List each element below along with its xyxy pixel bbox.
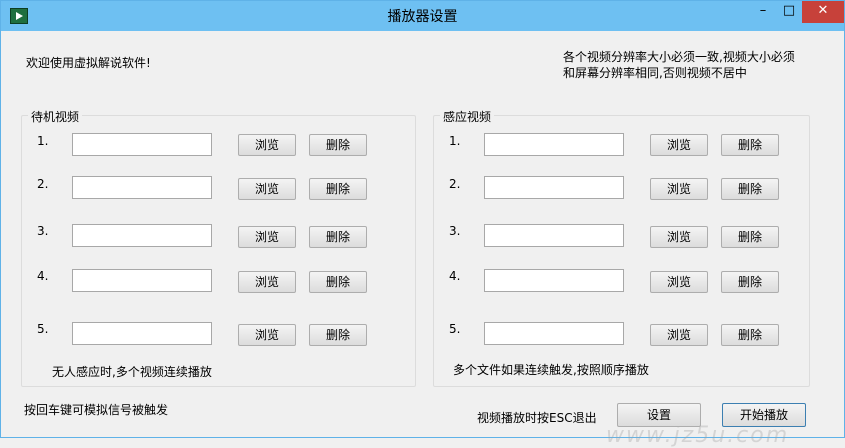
idle-row-3-number: 3. <box>37 224 49 238</box>
idle-video-1-browse-button[interactable]: 浏览 <box>238 134 296 156</box>
sensor-video-3-field[interactable] <box>484 224 624 247</box>
maximize-button[interactable]: □ <box>776 1 802 23</box>
notice-text-line2: 和屏幕分辨率相同,否则视频不居中 <box>563 66 747 80</box>
idle-video-4-field[interactable] <box>72 269 212 292</box>
sensor-video-1-browse-button[interactable]: 浏览 <box>650 134 708 156</box>
idle-video-4-delete-button[interactable]: 删除 <box>309 271 367 293</box>
notice-text-line1: 各个视频分辨率大小必须一致,视频大小必须 <box>563 50 795 64</box>
sensor-video-5-browse-button[interactable]: 浏览 <box>650 324 708 346</box>
idle-video-1-field[interactable] <box>72 133 212 156</box>
idle-video-2-delete-button[interactable]: 删除 <box>309 178 367 200</box>
sensor-video-4-field[interactable] <box>484 269 624 292</box>
start-playback-button[interactable]: 开始播放 <box>722 403 806 427</box>
idle-video-5-field[interactable] <box>72 322 212 345</box>
idle-video-2-browse-button[interactable]: 浏览 <box>238 178 296 200</box>
player-settings-window: 播放器设置 – □ ✕ 欢迎使用虚拟解说软件! 各个视频分辨率大小必须一致,视频… <box>0 0 845 448</box>
idle-video-2-field[interactable] <box>72 176 212 199</box>
idle-video-group: 待机视频 1. 浏览 删除 2. 浏览 删除 3. 浏览 删除 4. 浏览 删除… <box>21 108 416 387</box>
sensor-video-3-browse-button[interactable]: 浏览 <box>650 226 708 248</box>
intro-text: 欢迎使用虚拟解说软件! <box>26 56 151 70</box>
title-bar[interactable]: 播放器设置 – □ ✕ <box>1 1 844 31</box>
window-title: 播放器设置 <box>387 9 458 25</box>
idle-video-1-delete-button[interactable]: 删除 <box>309 134 367 156</box>
enter-key-hint: 按回车键可模拟信号被触发 <box>24 403 169 417</box>
esc-key-hint: 视频播放时按ESC退出 <box>477 411 597 425</box>
sensor-row-5-number: 5. <box>449 322 461 336</box>
idle-video-3-field[interactable] <box>72 224 212 247</box>
idle-row-4-number: 4. <box>37 269 49 283</box>
sensor-video-4-browse-button[interactable]: 浏览 <box>650 271 708 293</box>
idle-video-5-delete-button[interactable]: 删除 <box>309 324 367 346</box>
sensor-video-5-field[interactable] <box>484 322 624 345</box>
sensor-video-2-delete-button[interactable]: 删除 <box>721 178 779 200</box>
minimize-button[interactable]: – <box>750 1 776 23</box>
sensor-video-2-field[interactable] <box>484 176 624 199</box>
sensor-video-2-browse-button[interactable]: 浏览 <box>650 178 708 200</box>
idle-row-1-number: 1. <box>37 134 49 148</box>
sensor-video-3-delete-button[interactable]: 删除 <box>721 226 779 248</box>
sensor-row-3-number: 3. <box>449 224 461 238</box>
sensor-video-1-delete-button[interactable]: 删除 <box>721 134 779 156</box>
idle-row-5-number: 5. <box>37 322 49 336</box>
idle-video-3-delete-button[interactable]: 删除 <box>309 226 367 248</box>
sensor-row-1-number: 1. <box>449 134 461 148</box>
idle-row-2-number: 2. <box>37 177 49 191</box>
sensor-row-4-number: 4. <box>449 269 461 283</box>
sensor-video-4-delete-button[interactable]: 删除 <box>721 271 779 293</box>
idle-video-4-browse-button[interactable]: 浏览 <box>238 271 296 293</box>
idle-group-title: 待机视频 <box>28 108 83 125</box>
idle-video-5-browse-button[interactable]: 浏览 <box>238 324 296 346</box>
sensor-group-note: 多个文件如果连续触发,按照顺序播放 <box>453 363 649 377</box>
sensor-video-5-delete-button[interactable]: 删除 <box>721 324 779 346</box>
client-area: 欢迎使用虚拟解说软件! 各个视频分辨率大小必须一致,视频大小必须 和屏幕分辨率相… <box>8 31 837 448</box>
sensor-group-title: 感应视频 <box>440 108 495 125</box>
settings-button[interactable]: 设置 <box>617 403 701 427</box>
sensor-video-group: 感应视频 1. 浏览 删除 2. 浏览 删除 3. 浏览 删除 4. 浏览 删除… <box>433 108 810 387</box>
close-button[interactable]: ✕ <box>802 1 844 23</box>
idle-group-note: 无人感应时,多个视频连续播放 <box>52 365 212 379</box>
sensor-video-1-field[interactable] <box>484 133 624 156</box>
idle-video-3-browse-button[interactable]: 浏览 <box>238 226 296 248</box>
sensor-row-2-number: 2. <box>449 177 461 191</box>
